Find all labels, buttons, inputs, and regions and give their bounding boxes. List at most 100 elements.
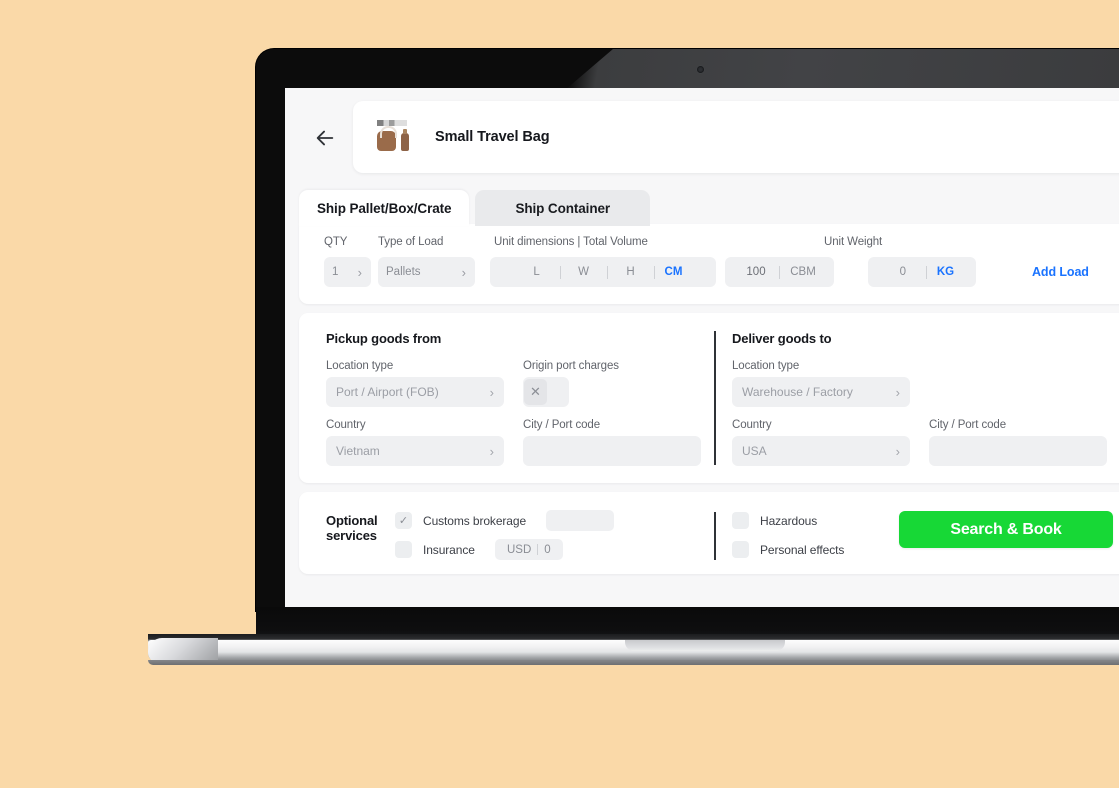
deliver-city-label: City / Port code (929, 419, 1007, 431)
chevron-right-icon: › (895, 443, 900, 459)
label-unit-weight: Unit Weight (824, 236, 883, 248)
personal-effects-label: Personal effects (760, 542, 845, 557)
webcam-icon (697, 66, 704, 73)
dimension-height-input[interactable]: H (608, 266, 654, 278)
deliver-country-value: USA (742, 444, 767, 458)
type-of-load-select[interactable]: Pallets › (378, 257, 475, 287)
optional-services-left-group: ✓ Customs brokerage Insurance USD 0 (395, 508, 615, 566)
unit-dimensions-group[interactable]: L W H CM (490, 257, 716, 287)
deliver-country-group: Country USA › (732, 419, 910, 466)
qty-value: 1 (332, 266, 339, 278)
pickup-location-type-group: Location type Port / Airport (FOB) › (326, 360, 504, 407)
pickup-location-type-select[interactable]: Port / Airport (FOB) › (326, 377, 504, 407)
deliver-location-type-value: Warehouse / Factory (742, 385, 853, 399)
pickup-section: Pickup goods from Location type Port / A… (326, 331, 701, 466)
deliver-section: Deliver goods to Location type Warehouse… (732, 331, 1107, 466)
total-volume-unit[interactable]: CBM (780, 266, 826, 278)
pickup-location-type-value: Port / Airport (FOB) (336, 385, 439, 399)
chevron-right-icon: › (895, 384, 900, 400)
pickup-city-group: City / Port code (523, 419, 701, 466)
load-grid: QTY Type of Load Unit dimensions | Total… (324, 236, 1118, 287)
laptop-base-notch (625, 640, 785, 651)
pickup-city-label: City / Port code (523, 419, 601, 431)
deliver-city-group: City / Port code (929, 419, 1107, 466)
pickup-city-input[interactable] (523, 436, 701, 466)
chevron-right-icon: › (461, 264, 466, 280)
tab-ship-container[interactable]: Ship Container (475, 190, 651, 226)
deliver-location-type-label: Location type (732, 360, 800, 372)
divider (537, 544, 539, 555)
chevron-right-icon: › (489, 443, 494, 459)
laptop-screen: Small Travel Bag Ship Pallet/Box/Crate S… (285, 88, 1119, 607)
customs-brokerage-label: Customs brokerage (423, 513, 527, 528)
hazardous-checkbox[interactable] (732, 512, 749, 529)
origin-port-charges-toggle[interactable]: ✕ (523, 377, 569, 407)
qty-select[interactable]: 1 › (324, 257, 371, 287)
customs-brokerage-checkbox[interactable]: ✓ (395, 512, 412, 529)
hazardous-label: Hazardous (760, 513, 818, 528)
unit-weight-input[interactable]: 0 (880, 266, 926, 278)
deliver-city-input[interactable] (929, 436, 1107, 466)
screenshot-root: Small Travel Bag Ship Pallet/Box/Crate S… (0, 0, 1119, 788)
route-card: Pickup goods from Location type Port / A… (299, 313, 1119, 483)
shipment-mode-tabs: Ship Pallet/Box/Crate Ship Container (299, 190, 651, 226)
insurance-amount-input[interactable]: 0 (544, 544, 550, 556)
type-of-load-value: Pallets (386, 266, 421, 278)
deliver-spacer (929, 360, 1107, 407)
close-icon[interactable]: ✕ (524, 379, 547, 405)
customs-brokerage-row: ✓ Customs brokerage (395, 508, 615, 533)
optional-services-card: Optional services ✓ Customs brokerage In… (299, 492, 1119, 574)
hazardous-row: Hazardous (732, 508, 844, 533)
dimension-width-input[interactable]: W (561, 266, 607, 278)
search-and-book-button[interactable]: Search & Book (899, 511, 1113, 548)
total-volume-group[interactable]: 100 CBM (725, 257, 834, 287)
insurance-row: Insurance USD 0 (395, 537, 614, 562)
app-page: Small Travel Bag Ship Pallet/Box/Crate S… (285, 88, 1119, 607)
deliver-country-label: Country (732, 419, 772, 431)
pickup-country-select[interactable]: Vietnam › (326, 436, 504, 466)
load-field-row: 1 › Pallets › L W H CM 100 CBM 0 KG Add … (324, 257, 1118, 287)
laptop-lid-sheen (565, 49, 1119, 90)
insurance-amount-group[interactable]: USD 0 (494, 539, 563, 560)
chevron-right-icon: › (357, 264, 362, 280)
pickup-title: Pickup goods from (326, 331, 442, 346)
unit-weight-group[interactable]: 0 KG (868, 257, 976, 287)
tab-ship-pallet-box-crate[interactable]: Ship Pallet/Box/Crate (299, 190, 470, 226)
personal-effects-checkbox[interactable] (732, 541, 749, 558)
insurance-label: Insurance (423, 542, 475, 557)
back-button[interactable] (308, 121, 342, 155)
deliver-location-type-group: Location type Warehouse / Factory › (732, 360, 910, 407)
origin-port-charges-label: Origin port charges (523, 360, 619, 372)
product-header-card: Small Travel Bag (353, 101, 1119, 173)
optional-services-title: Optional services (326, 513, 378, 543)
deliver-country-select[interactable]: USA › (732, 436, 910, 466)
arrow-left-icon (314, 127, 336, 149)
pickup-location-type-label: Location type (326, 360, 394, 372)
label-unit-dimensions: Unit dimensions | Total Volume (494, 236, 648, 248)
load-details-card: QTY Type of Load Unit dimensions | Total… (299, 224, 1119, 304)
add-load-button[interactable]: Add Load (1032, 265, 1089, 279)
label-qty: QTY (324, 236, 348, 248)
dimension-unit-toggle[interactable]: CM (655, 266, 693, 278)
deliver-location-type-select[interactable]: Warehouse / Factory › (732, 377, 910, 407)
customs-brokerage-amount-input[interactable] (546, 510, 615, 531)
laptop-base-foot (148, 660, 1119, 665)
travel-bag-thumbnail (369, 115, 417, 159)
optional-services-divider (714, 512, 716, 560)
optional-services-title-line2: services (326, 528, 377, 543)
total-volume-input[interactable]: 100 (733, 266, 779, 278)
origin-port-charges-group: Origin port charges ✕ (523, 360, 701, 407)
unit-weight-unit-toggle[interactable]: KG (927, 266, 964, 278)
page-title: Small Travel Bag (435, 129, 550, 145)
deliver-title: Deliver goods to (732, 331, 832, 346)
optional-services-right-group: Hazardous Personal effects (732, 508, 844, 566)
personal-effects-row: Personal effects (732, 537, 844, 562)
pickup-country-label: Country (326, 419, 366, 431)
chevron-right-icon: › (489, 384, 494, 400)
pickup-country-group: Country Vietnam › (326, 419, 504, 466)
insurance-currency: USD (506, 543, 532, 556)
insurance-checkbox[interactable] (395, 541, 412, 558)
pickup-country-value: Vietnam (336, 444, 380, 458)
label-type-of-load: Type of Load (378, 236, 444, 248)
dimension-length-input[interactable]: L (514, 266, 560, 278)
